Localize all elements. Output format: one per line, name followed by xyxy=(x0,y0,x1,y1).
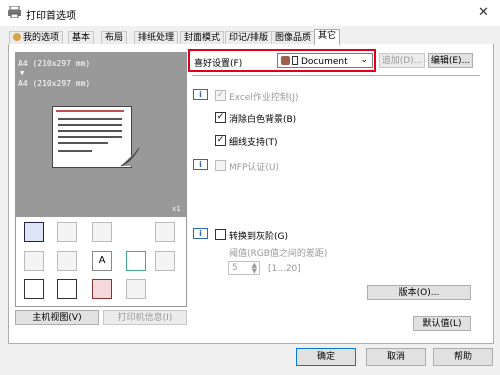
tab-basic[interactable]: 基本 xyxy=(68,31,95,45)
convert-gray-checkbox[interactable] xyxy=(215,229,226,240)
tray-icon[interactable] xyxy=(155,222,175,242)
threshold-range: [1...20] xyxy=(268,264,301,274)
printer-icon xyxy=(8,5,21,19)
text-line xyxy=(58,142,108,144)
folder-icon[interactable] xyxy=(126,279,146,299)
threshold-stepper[interactable]: 5 ▲ ▼ xyxy=(228,261,260,275)
user-icon[interactable] xyxy=(57,279,77,299)
tab-finishing[interactable]: 排纸处理 xyxy=(134,31,179,45)
ok-button[interactable]: 确定 xyxy=(296,348,356,366)
printer-doc-icon[interactable] xyxy=(24,279,44,299)
paper-size-output: A4 (210x297 mm) xyxy=(18,79,91,88)
tab-stamp-layout[interactable]: 印记/排版 xyxy=(225,31,273,45)
page-curl-icon xyxy=(119,146,141,168)
tab-my-options[interactable]: 我的选项 xyxy=(9,31,64,45)
divider xyxy=(192,75,480,76)
text-line xyxy=(58,150,92,152)
help-button[interactable]: 帮助 xyxy=(433,348,493,366)
remove-white-bg-checkbox[interactable]: ✓ xyxy=(215,112,226,123)
watermark-icon[interactable] xyxy=(155,251,175,271)
tab-image-quality[interactable]: 图像品质 xyxy=(271,31,316,45)
thin-line-label: 细线支持(T) xyxy=(229,138,278,148)
info-icon: i xyxy=(193,159,208,170)
tab-cover-mode[interactable]: 封面模式 xyxy=(180,31,225,45)
paper-size-original: A4 (210x297 mm) xyxy=(18,59,91,68)
info-icon: i xyxy=(193,89,208,100)
font-icon[interactable]: A xyxy=(92,251,112,271)
default-button[interactable]: 默认值(L) xyxy=(413,316,471,331)
copies-count: x1 xyxy=(172,205,181,213)
text-line xyxy=(58,118,122,120)
excel-control-checkbox[interactable]: ✓ xyxy=(215,90,226,101)
text-line xyxy=(58,130,122,132)
paper-header-line xyxy=(56,110,124,112)
pages-icon[interactable] xyxy=(92,222,112,242)
excel-control-label: Excel作业控制(J) xyxy=(229,93,299,103)
copy-icon[interactable] xyxy=(24,251,44,271)
version-button[interactable]: 版本(O)... xyxy=(367,285,471,300)
info-icon: i xyxy=(193,228,208,239)
arrow-down-icon: ▼ xyxy=(20,69,25,77)
printer-blue-icon[interactable] xyxy=(24,222,44,242)
text-line xyxy=(58,136,122,138)
stepper-arrows-icon[interactable]: ▲ ▼ xyxy=(252,262,257,275)
tab-other[interactable]: 其它 xyxy=(314,29,341,45)
edit-favorite-button[interactable]: 编辑(E)... xyxy=(428,53,473,68)
tab-layout[interactable]: 布局 xyxy=(101,31,128,45)
threshold-label: 阈值(RGB值之间的差距) xyxy=(229,249,328,259)
main-view-button[interactable]: 主机视图(V) xyxy=(15,310,99,325)
printer-info-button[interactable]: 打印机信息(I) xyxy=(103,310,187,325)
threshold-value: 5 xyxy=(232,263,238,273)
user-card-icon[interactable] xyxy=(92,279,112,299)
thin-line-checkbox[interactable]: ✓ xyxy=(215,135,226,146)
convert-gray-label: 转换到灰阶(G) xyxy=(229,232,288,242)
cancel-button[interactable]: 取消 xyxy=(366,348,426,366)
window-title: 打印首选项 xyxy=(26,11,76,22)
mfp-auth-checkbox[interactable] xyxy=(215,160,226,171)
my-options-icon xyxy=(13,33,21,41)
add-favorite-button[interactable]: 追加(D)... xyxy=(379,53,425,68)
mfp-auth-label: MFP认证(U) xyxy=(229,163,279,173)
doc-icon[interactable] xyxy=(126,251,146,271)
close-icon[interactable]: ✕ xyxy=(478,5,489,20)
booklet-icon[interactable] xyxy=(57,222,77,242)
stack-icon[interactable] xyxy=(57,251,77,271)
text-line xyxy=(58,124,122,126)
favorite-highlight xyxy=(188,49,376,72)
remove-white-bg-label: 消除白色背景(B) xyxy=(229,115,297,125)
